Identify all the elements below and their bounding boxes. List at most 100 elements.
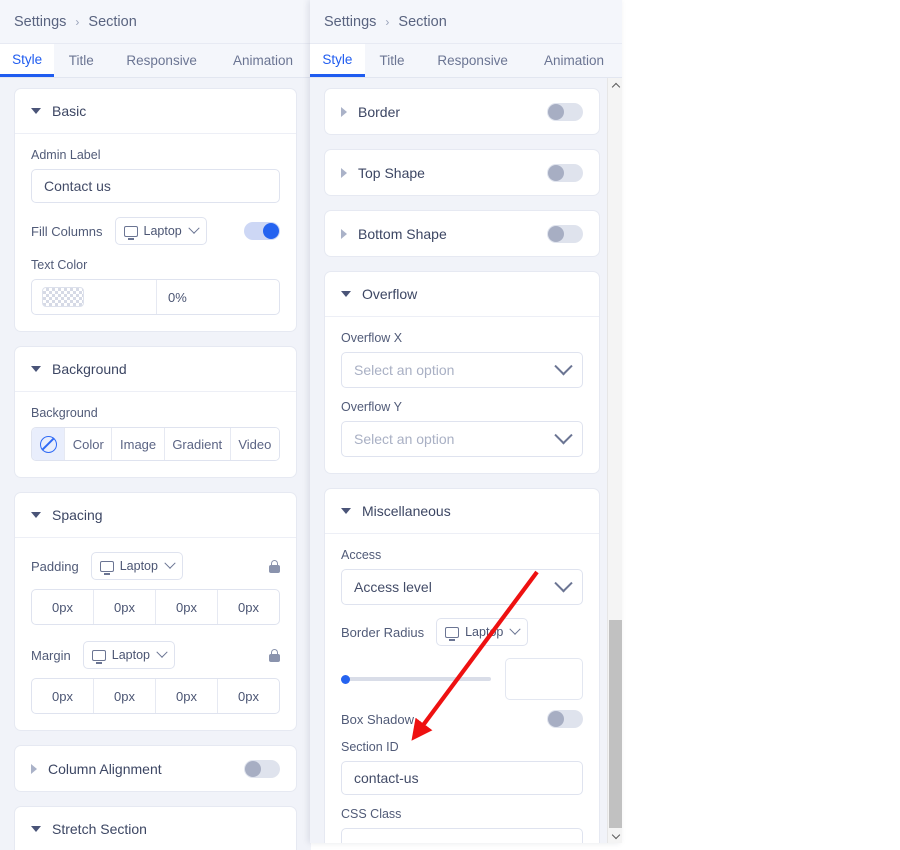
padding-left-input[interactable]: 0px	[217, 590, 279, 624]
admin-label-label: Admin Label	[31, 148, 101, 162]
overflow-y-select[interactable]: Select an option	[341, 421, 583, 457]
section-header-spacing[interactable]: Spacing	[15, 493, 296, 538]
admin-label-input[interactable]: Contact us	[31, 169, 280, 203]
margin-left-input[interactable]: 0px	[217, 679, 279, 713]
padding-right-input[interactable]: 0px	[93, 590, 155, 624]
background-field-label: Background	[31, 406, 98, 420]
section-header-background[interactable]: Background	[15, 347, 296, 392]
background-type-color[interactable]: Color	[64, 428, 112, 460]
section-title-background: Background	[52, 361, 127, 377]
tab-animation[interactable]: Animation	[526, 44, 622, 77]
bottom-shape-toggle[interactable]	[547, 224, 583, 243]
fill-columns-toggle[interactable]	[244, 222, 280, 240]
padding-bottom-input[interactable]: 0px	[155, 590, 217, 624]
section-card-border: Border	[324, 88, 600, 135]
chevron-right-icon	[341, 106, 347, 117]
breadcrumb-current: Section	[398, 13, 447, 30]
tab-style[interactable]: Style	[0, 44, 55, 77]
toggle-knob	[263, 223, 279, 239]
section-card-spacing: Spacing Padding Laptop 0px 0px 0px 0px M…	[14, 492, 297, 731]
section-title-bottom-shape: Bottom Shape	[358, 225, 447, 242]
settings-scroll-left: Basic Admin Label Contact us Fill Column…	[0, 78, 311, 850]
section-header-miscellaneous[interactable]: Miscellaneous	[325, 489, 599, 534]
text-color-opacity-input[interactable]: 0%	[156, 280, 279, 314]
toggle-knob	[548, 225, 564, 242]
breadcrumb-root[interactable]: Settings	[14, 14, 66, 30]
scroll-up-arrow-icon[interactable]	[608, 78, 622, 92]
breadcrumb-right: Settings › Section	[310, 0, 622, 44]
chevron-down-icon	[341, 508, 351, 514]
chevron-down-icon	[31, 512, 41, 518]
section-title-spacing: Spacing	[52, 507, 103, 523]
section-body-overflow: Overflow X Select an option Overflow Y S…	[325, 317, 599, 473]
text-color-label: Text Color	[31, 258, 88, 272]
box-shadow-toggle[interactable]	[547, 710, 583, 728]
panel-scrollbar[interactable]	[607, 78, 622, 843]
fill-columns-label: Fill Columns	[31, 223, 103, 239]
background-type-video[interactable]: Video	[229, 428, 279, 460]
text-color-swatch-cell[interactable]	[32, 280, 156, 314]
css-class-input[interactable]	[341, 828, 583, 843]
overflow-x-value: Select an option	[354, 362, 455, 378]
section-header-column-alignment[interactable]: Column Alignment	[15, 746, 296, 791]
top-shape-toggle[interactable]	[547, 163, 583, 182]
column-alignment-toggle[interactable]	[244, 759, 280, 778]
chevron-down-icon	[31, 366, 41, 372]
section-id-input[interactable]: contact-us	[341, 761, 583, 795]
margin-inputs: 0px 0px 0px 0px	[31, 678, 280, 714]
margin-right-input[interactable]: 0px	[93, 679, 155, 713]
monitor-icon	[123, 225, 138, 240]
breadcrumb-separator-icon: ›	[385, 14, 390, 29]
margin-top-input[interactable]: 0px	[32, 679, 93, 713]
padding-top-input[interactable]: 0px	[32, 590, 93, 624]
margin-device-select[interactable]: Laptop	[82, 641, 175, 669]
chevron-down-icon	[31, 108, 41, 114]
margin-label: Margin	[31, 647, 71, 663]
tab-title[interactable]: Title	[54, 44, 108, 77]
section-header-top-shape[interactable]: Top Shape	[325, 150, 599, 195]
section-header-bottom-shape[interactable]: Bottom Shape	[325, 211, 599, 256]
section-body-background: Background Color Image Gradient Video	[15, 392, 296, 477]
settings-scroll-right: Border Top Shape Bottom Shape Overflow O…	[310, 78, 622, 843]
scrollbar-thumb[interactable]	[609, 620, 622, 828]
border-radius-slider[interactable]	[341, 672, 491, 686]
fill-columns-device-select[interactable]: Laptop	[114, 217, 207, 245]
background-type-gradient[interactable]: Gradient	[163, 428, 230, 460]
border-radius-device-select[interactable]: Laptop	[436, 618, 529, 646]
toggle-knob	[245, 760, 261, 777]
toggle-knob	[548, 711, 564, 727]
scroll-down-arrow-icon[interactable]	[608, 829, 622, 843]
lock-icon[interactable]	[269, 559, 280, 573]
section-header-overflow[interactable]: Overflow	[325, 272, 599, 317]
margin-bottom-input[interactable]: 0px	[155, 679, 217, 713]
section-header-border[interactable]: Border	[325, 89, 599, 134]
overflow-x-select[interactable]: Select an option	[341, 352, 583, 388]
section-header-stretch-section[interactable]: Stretch Section	[15, 807, 296, 850]
padding-device-select[interactable]: Laptop	[90, 552, 183, 580]
padding-row: Padding Laptop	[31, 552, 280, 580]
section-card-overflow: Overflow Overflow X Select an option Ove…	[324, 271, 600, 474]
tab-style[interactable]: Style	[310, 44, 365, 77]
tab-title[interactable]: Title	[365, 44, 420, 77]
breadcrumb-root[interactable]: Settings	[324, 14, 376, 30]
section-card-top-shape: Top Shape	[324, 149, 600, 196]
box-shadow-label: Box Shadow	[341, 711, 414, 727]
section-header-basic[interactable]: Basic	[15, 89, 296, 134]
box-shadow-row: Box Shadow	[341, 710, 583, 728]
border-radius-input[interactable]	[505, 658, 583, 700]
tab-animation[interactable]: Animation	[215, 44, 311, 77]
lock-icon[interactable]	[269, 648, 280, 662]
breadcrumb-current: Section	[88, 13, 137, 30]
tab-responsive[interactable]: Responsive	[108, 44, 215, 77]
margin-device-value: Laptop	[111, 648, 150, 662]
color-swatch	[42, 287, 84, 307]
section-body-miscellaneous: Access Access level Border Radius Laptop	[325, 534, 599, 843]
chevron-down-icon	[188, 222, 200, 234]
slider-thumb[interactable]	[341, 675, 350, 684]
background-type-image[interactable]: Image	[111, 428, 164, 460]
border-toggle[interactable]	[547, 102, 583, 121]
settings-panel-left: Settings › Section Style Title Responsiv…	[0, 0, 311, 850]
tab-responsive[interactable]: Responsive	[419, 44, 526, 77]
access-level-select[interactable]: Access level	[341, 569, 583, 605]
background-type-none[interactable]	[32, 428, 65, 460]
